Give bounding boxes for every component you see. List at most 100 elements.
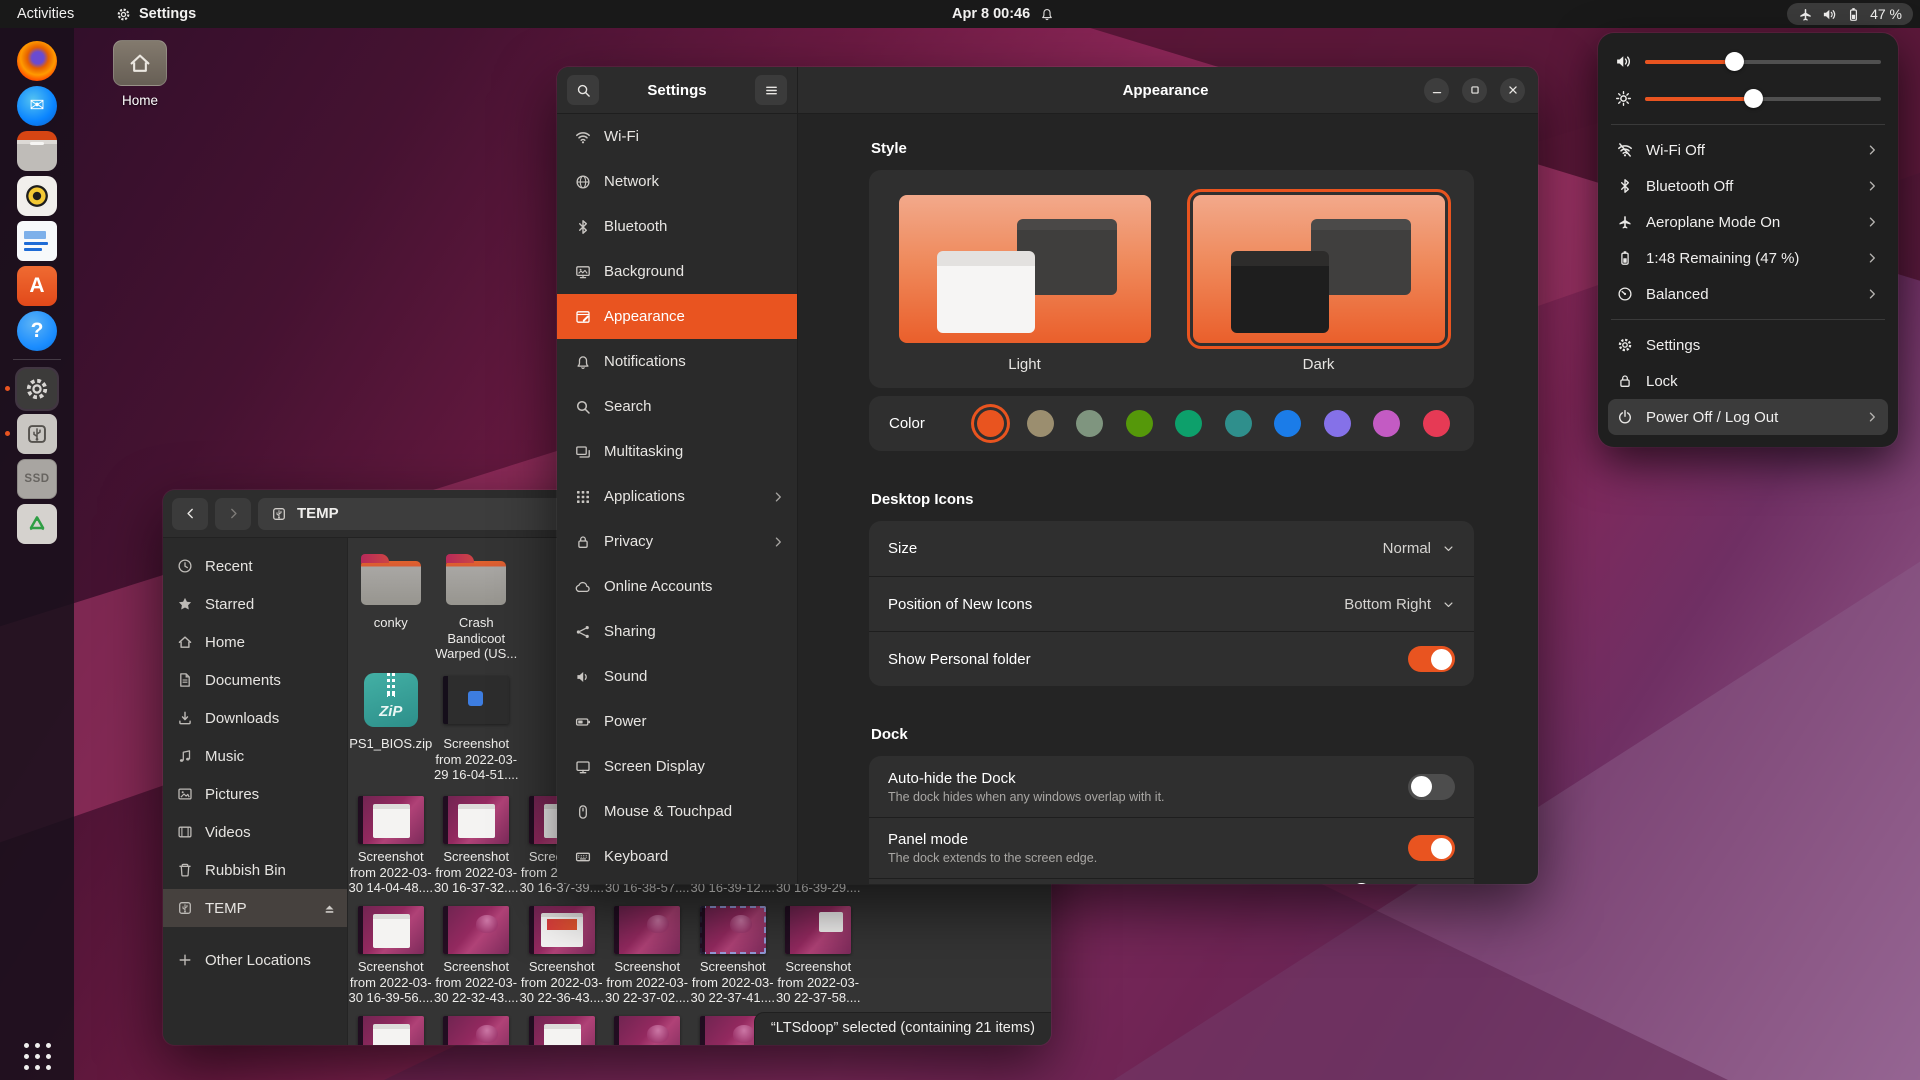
- eject-icon[interactable]: [322, 901, 337, 916]
- focused-app-menu[interactable]: Settings: [106, 0, 206, 28]
- menu-item-aeroplane-mode-on[interactable]: Aeroplane Mode On: [1608, 204, 1888, 240]
- dock-item-files[interactable]: [0, 128, 74, 173]
- settings-sidebar-item-sharing[interactable]: Sharing: [557, 609, 797, 654]
- dock-item-rhythmbox[interactable]: [0, 173, 74, 218]
- file-item[interactable]: CrashBandicootWarped (US...: [434, 547, 520, 662]
- dock-item-usb-drive[interactable]: [0, 411, 74, 456]
- back-button[interactable]: [172, 498, 208, 530]
- dock-item-libreoffice-writer[interactable]: [0, 218, 74, 263]
- file-item[interactable]: Screenshotfrom 2022-03-30 16-37-32....: [434, 795, 520, 896]
- file-item[interactable]: [605, 1015, 691, 1045]
- files-sidebar-item-music[interactable]: Music: [163, 737, 347, 775]
- files-sidebar-item-home[interactable]: Home: [163, 623, 347, 661]
- color-swatch-3[interactable]: [1126, 410, 1153, 437]
- files-sidebar-item-starred[interactable]: Starred: [163, 585, 347, 623]
- search-button[interactable]: [567, 75, 599, 105]
- settings-sidebar-item-sound[interactable]: Sound: [557, 654, 797, 699]
- dock-item-settings[interactable]: [0, 366, 74, 411]
- activities-button[interactable]: Activities: [0, 0, 91, 28]
- files-sidebar-item-rubbish-bin[interactable]: Rubbish Bin: [163, 851, 347, 889]
- minimize-button[interactable]: [1424, 78, 1449, 103]
- color-swatch-5[interactable]: [1225, 410, 1252, 437]
- settings-row-show-personal-folder[interactable]: Show Personal folder: [869, 631, 1474, 686]
- menu-item-power-off-log-out[interactable]: Power Off / Log Out: [1608, 399, 1888, 435]
- color-swatch-2[interactable]: [1076, 410, 1103, 437]
- color-swatch-1[interactable]: [1027, 410, 1054, 437]
- toggle-show-personal-folder[interactable]: [1408, 646, 1455, 672]
- file-item[interactable]: [434, 1015, 520, 1045]
- files-sidebar-item-recent[interactable]: Recent: [163, 547, 347, 585]
- file-item[interactable]: Screenshotfrom 2022-03-30 22-37-58....: [776, 905, 862, 1006]
- file-item[interactable]: ZiPPS1_BIOS.zip: [348, 668, 434, 783]
- dropdown-position-of-new-icons[interactable]: Bottom Right: [1344, 596, 1455, 613]
- files-sidebar-item-other-locations[interactable]: Other Locations: [163, 941, 347, 979]
- file-item[interactable]: Screenshotfrom 2022-03-30 22-32-43....: [434, 905, 520, 1006]
- files-sidebar-item-downloads[interactable]: Downloads: [163, 699, 347, 737]
- toggle-auto-hide-the-dock[interactable]: [1408, 774, 1455, 800]
- settings-sidebar-item-background[interactable]: Background: [557, 249, 797, 294]
- forward-button[interactable]: [215, 498, 251, 530]
- files-sidebar-item-videos[interactable]: Videos: [163, 813, 347, 851]
- files-sidebar-item-pictures[interactable]: Pictures: [163, 775, 347, 813]
- settings-row-panel-mode[interactable]: Panel modeThe dock extends to the screen…: [869, 817, 1474, 878]
- menu-item-1-48-remaining-47-[interactable]: 1:48 Remaining (47 %): [1608, 240, 1888, 276]
- style-option-dark[interactable]: Dark: [1193, 195, 1445, 373]
- file-item[interactable]: Screenshotfrom 2022-03-29 16-04-51....: [434, 668, 520, 783]
- settings-sidebar-item-search[interactable]: Search: [557, 384, 797, 429]
- file-item[interactable]: conky: [348, 547, 434, 662]
- settings-sidebar-item-multitasking[interactable]: Multitasking: [557, 429, 797, 474]
- style-option-light[interactable]: Light: [899, 195, 1151, 373]
- settings-sidebar-item-appearance[interactable]: Appearance: [557, 294, 797, 339]
- app-grid-button[interactable]: [24, 1043, 51, 1070]
- settings-row-position-of-new-icons[interactable]: Position of New IconsBottom Right: [869, 576, 1474, 631]
- settings-sidebar-item-notifications[interactable]: Notifications: [557, 339, 797, 384]
- file-item[interactable]: Screenshotfrom 2022-03-30 22-36-43....: [519, 905, 605, 1006]
- slider-knob[interactable]: [1744, 89, 1763, 108]
- dropdown-size[interactable]: Normal: [1383, 540, 1455, 557]
- settings-sidebar-item-applications[interactable]: Applications: [557, 474, 797, 519]
- settings-row-icon-size[interactable]: Icon size48: [869, 878, 1474, 884]
- close-button[interactable]: [1500, 78, 1525, 103]
- color-swatch-7[interactable]: [1324, 410, 1351, 437]
- file-item[interactable]: [348, 1015, 434, 1045]
- volume-slider[interactable]: [1608, 43, 1888, 80]
- files-sidebar-item-temp[interactable]: TEMP: [163, 889, 347, 927]
- color-swatch-9[interactable]: [1423, 410, 1450, 437]
- settings-sidebar-item-network[interactable]: Network: [557, 159, 797, 204]
- dock-item-help[interactable]: ?: [0, 308, 74, 353]
- color-swatch-0[interactable]: [977, 410, 1004, 437]
- dock-item-ubuntu-software[interactable]: A: [0, 263, 74, 308]
- primary-menu-button[interactable]: [755, 75, 787, 105]
- dock-item-ssd[interactable]: SSD: [0, 456, 74, 501]
- menu-item-lock[interactable]: Lock: [1608, 363, 1888, 399]
- file-item[interactable]: Screenshotfrom 2022-03-30 22-37-41....: [690, 905, 776, 1006]
- file-item[interactable]: [519, 1015, 605, 1045]
- settings-sidebar-item-power[interactable]: Power: [557, 699, 797, 744]
- dock-item-firefox[interactable]: [0, 38, 74, 83]
- settings-row-size[interactable]: SizeNormal: [869, 521, 1474, 576]
- file-item[interactable]: Screenshotfrom 2022-03-30 22-37-02....: [605, 905, 691, 1006]
- menu-item-settings[interactable]: Settings: [1608, 327, 1888, 363]
- color-swatch-8[interactable]: [1373, 410, 1400, 437]
- toggle-panel-mode[interactable]: [1408, 835, 1455, 861]
- menu-item-balanced[interactable]: Balanced: [1608, 276, 1888, 312]
- system-status-button[interactable]: 47 %: [1787, 3, 1913, 25]
- maximize-button[interactable]: [1462, 78, 1487, 103]
- settings-sidebar-item-privacy[interactable]: Privacy: [557, 519, 797, 564]
- settings-sidebar-item-keyboard[interactable]: Keyboard: [557, 834, 797, 879]
- settings-sidebar-item-screen-display[interactable]: Screen Display: [557, 744, 797, 789]
- color-swatch-4[interactable]: [1175, 410, 1202, 437]
- menu-item-bluetooth-off[interactable]: Bluetooth Off: [1608, 168, 1888, 204]
- files-sidebar-item-documents[interactable]: Documents: [163, 661, 347, 699]
- brightness-slider[interactable]: [1608, 80, 1888, 117]
- slider-knob[interactable]: [1725, 52, 1744, 71]
- settings-sidebar-item-bluetooth[interactable]: Bluetooth: [557, 204, 797, 249]
- dock-item-thunderbird[interactable]: ✉: [0, 83, 74, 128]
- desktop-home-shortcut[interactable]: Home: [108, 40, 172, 108]
- settings-sidebar-item-mouse-touchpad[interactable]: Mouse & Touchpad: [557, 789, 797, 834]
- dock-item-trash[interactable]: [0, 501, 74, 546]
- settings-sidebar-item-wi-fi[interactable]: Wi-Fi: [557, 114, 797, 159]
- file-item[interactable]: Screenshotfrom 2022-03-30 14-04-48....: [348, 795, 434, 896]
- clock-button[interactable]: Apr 8 00:46: [952, 0, 1054, 28]
- settings-row-auto-hide-the-dock[interactable]: Auto-hide the DockThe dock hides when an…: [869, 756, 1474, 817]
